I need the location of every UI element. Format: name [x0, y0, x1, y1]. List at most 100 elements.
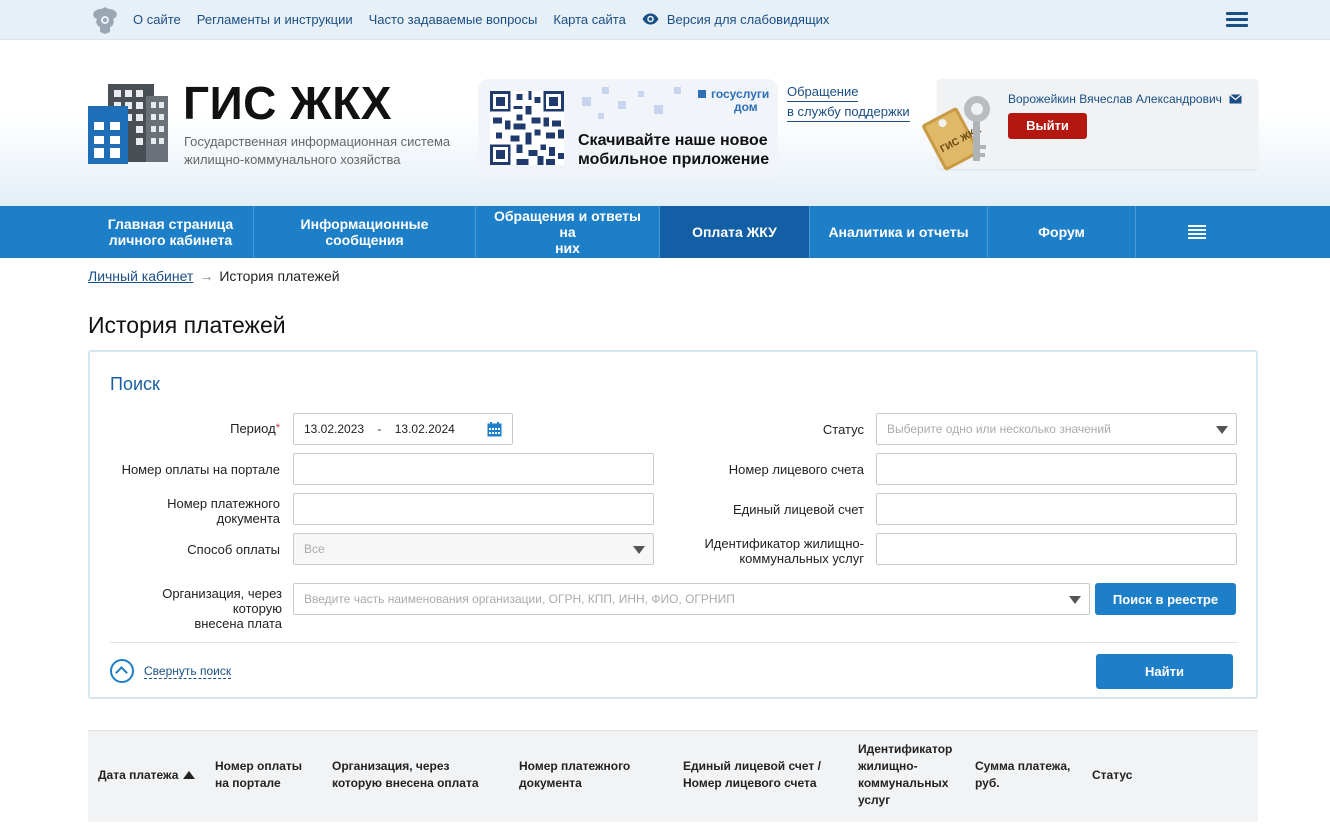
period-to[interactable]: 13.02.2024 — [395, 422, 455, 436]
account-number-label: Номер лицевого счета — [728, 462, 864, 477]
nav-more-button[interactable] — [1136, 206, 1258, 258]
org-label-line2: внесена плата — [194, 616, 282, 631]
org-search-placeholder: Введите часть наименования организации, … — [304, 592, 735, 606]
site-header: ГИС ЖКХ Государственная информационная с… — [0, 40, 1330, 206]
org-label: Организация, через которую внесена плата — [110, 586, 282, 631]
status-label: Статус — [822, 422, 864, 437]
col-payment-date[interactable]: Дата платежа — [98, 767, 196, 784]
top-links: О сайте Регламенты и инструкции Часто за… — [133, 12, 829, 27]
payments-table-header: Дата платежа Номер оплаты на портале Орг… — [88, 730, 1258, 822]
nav-item-home[interactable]: Главная страница личного кабинета — [88, 206, 254, 258]
gosuslugi-brand: госуслуги — [711, 87, 770, 101]
panel-divider — [110, 642, 1238, 643]
col-payment-document-line1: Номер платежного — [519, 759, 631, 773]
org-label-line1: Организация, через которую — [162, 586, 282, 616]
site-subtitle-line2: жилищно-коммунального хозяйства — [184, 152, 401, 167]
single-account-input[interactable] — [876, 493, 1237, 525]
nav-item-messages[interactable]: Информационные сообщения — [254, 206, 476, 258]
top-link-about[interactable]: О сайте — [133, 12, 181, 27]
col-organization-line1: Организация, через — [332, 759, 450, 773]
logout-button[interactable]: Выйти — [1008, 113, 1087, 139]
search-panel-title: Поиск — [110, 374, 160, 394]
main-nav: Главная страница личного кабинета Информа… — [0, 206, 1330, 258]
payment-doc-input[interactable] — [293, 493, 654, 525]
payment-number-label: Номер оплаты на портале — [121, 462, 280, 477]
breadcrumb-personal-cabinet[interactable]: Личный кабинет — [88, 268, 193, 284]
nav-item-messages-label: Информационные сообщения — [300, 216, 429, 248]
site-subtitle-line1: Государственная информационная система — [184, 134, 451, 149]
nav-item-home-line2: личного кабинета — [108, 232, 233, 248]
service-id-label-line2: коммунальных услуг — [739, 551, 864, 566]
breadcrumb-current: История платежей — [219, 268, 340, 284]
col-payment-document[interactable]: Номер платежного документа — [519, 758, 630, 792]
user-name[interactable]: Ворожейкин Вячеслав Александрович — [1008, 92, 1222, 106]
period-range-input[interactable]: 13.02.2023 - 13.02.2024 — [293, 413, 513, 445]
col-organization-line2: которую внесена оплата — [332, 776, 479, 790]
col-service-id-line2: жилищно- — [858, 759, 918, 773]
nav-item-payments[interactable]: Оплата ЖКУ — [660, 206, 810, 258]
mobile-app-promo[interactable]: госуслуги дом Скачивайте наше новое моби… — [478, 79, 778, 179]
registry-search-button[interactable]: Поиск в реестре — [1095, 583, 1236, 615]
site-title[interactable]: ГИС ЖКХ — [183, 78, 392, 128]
col-organization[interactable]: Организация, через которую внесена оплат… — [332, 758, 479, 792]
required-mark: * — [275, 422, 280, 434]
accessibility-link[interactable]: Версия для слабовидящих — [642, 12, 830, 27]
payment-number-input[interactable] — [293, 453, 654, 485]
qr-code-icon — [490, 91, 564, 165]
keys-icon: ГИС ЖКХ — [922, 96, 990, 171]
nav-item-appeals[interactable]: Обращения и ответы на них — [476, 206, 660, 258]
col-amount[interactable]: Сумма платежа, руб. — [975, 758, 1070, 792]
coat-of-arms-icon[interactable] — [88, 4, 122, 36]
nav-item-forum-label: Форум — [1038, 224, 1085, 240]
payment-method-label: Способ оплаты — [187, 542, 280, 557]
chevron-up-circle-icon — [110, 659, 134, 683]
col-accounts-line2: Номер лицевого счета — [683, 776, 817, 790]
col-service-id[interactable]: Идентификатор жилищно- коммунальных услу… — [858, 741, 952, 809]
page-title: История платежей — [88, 312, 286, 338]
top-bar: О сайте Регламенты и инструкции Часто за… — [0, 0, 1330, 40]
period-label-text: Период — [230, 421, 276, 436]
support-link[interactable]: Обращение в службу поддержки — [787, 82, 910, 122]
collapse-search-toggle[interactable]: Свернуть поиск — [110, 659, 232, 683]
chevron-down-icon — [633, 546, 645, 554]
col-accounts[interactable]: Единый лицевой счет / Номер лицевого сче… — [683, 758, 821, 792]
col-portal-payment-number-line1: Номер оплаты — [215, 759, 303, 773]
find-button[interactable]: Найти — [1096, 654, 1233, 689]
nav-item-payments-label: Оплата ЖКУ — [692, 224, 777, 240]
service-id-label: Идентификатор жилищно- коммунальных услу… — [680, 536, 864, 566]
col-service-id-line4: услуг — [858, 793, 891, 807]
chevron-down-icon — [1216, 426, 1228, 434]
calendar-icon[interactable] — [487, 422, 502, 437]
period-label: Период* — [110, 421, 280, 436]
payment-doc-label-line2: документа — [216, 511, 280, 526]
top-link-sitemap[interactable]: Карта сайта — [553, 12, 625, 27]
accessibility-label: Версия для слабовидящих — [666, 12, 830, 27]
gosuslugi-dom-logo: госуслуги дом — [698, 88, 769, 114]
support-link-line2: в службу поддержки — [787, 102, 910, 122]
status-select[interactable]: Выберите одно или несколько значений — [876, 413, 1237, 445]
col-portal-payment-number[interactable]: Номер оплаты на портале — [215, 758, 302, 792]
col-amount-line2: руб. — [975, 776, 1000, 790]
site-subtitle: Государственная информационная система ж… — [184, 133, 474, 169]
hamburger-menu-icon[interactable] — [1226, 12, 1248, 28]
col-status[interactable]: Статус — [1092, 767, 1132, 784]
sort-asc-icon[interactable] — [183, 771, 196, 779]
nav-item-forum[interactable]: Форум — [988, 206, 1136, 258]
period-from[interactable]: 13.02.2023 — [304, 422, 364, 436]
payment-doc-label: Номер платежного документа — [110, 496, 280, 526]
status-placeholder: Выберите одно или несколько значений — [887, 422, 1111, 436]
user-panel: ГИС ЖКХ Ворожейкин Вячеслав Александрови… — [922, 79, 1258, 171]
mail-icon[interactable] — [1229, 94, 1242, 104]
chevron-down-icon — [1069, 596, 1081, 604]
payment-method-select[interactable]: Все — [293, 533, 654, 565]
top-link-regulations[interactable]: Регламенты и инструкции — [197, 12, 353, 27]
payment-doc-label-line1: Номер платежного — [167, 496, 280, 511]
org-search-input[interactable]: Введите часть наименования организации, … — [293, 583, 1090, 615]
top-link-faq[interactable]: Часто задаваемые вопросы — [369, 12, 538, 27]
nav-item-appeals-line1: Обращения и ответы на — [494, 208, 641, 240]
single-account-label: Единый лицевой счет — [732, 502, 864, 517]
gis-logo-icon[interactable] — [88, 82, 172, 164]
nav-item-analytics[interactable]: Аналитика и отчеты — [810, 206, 988, 258]
account-number-input[interactable] — [876, 453, 1237, 485]
service-id-input[interactable] — [876, 533, 1237, 565]
